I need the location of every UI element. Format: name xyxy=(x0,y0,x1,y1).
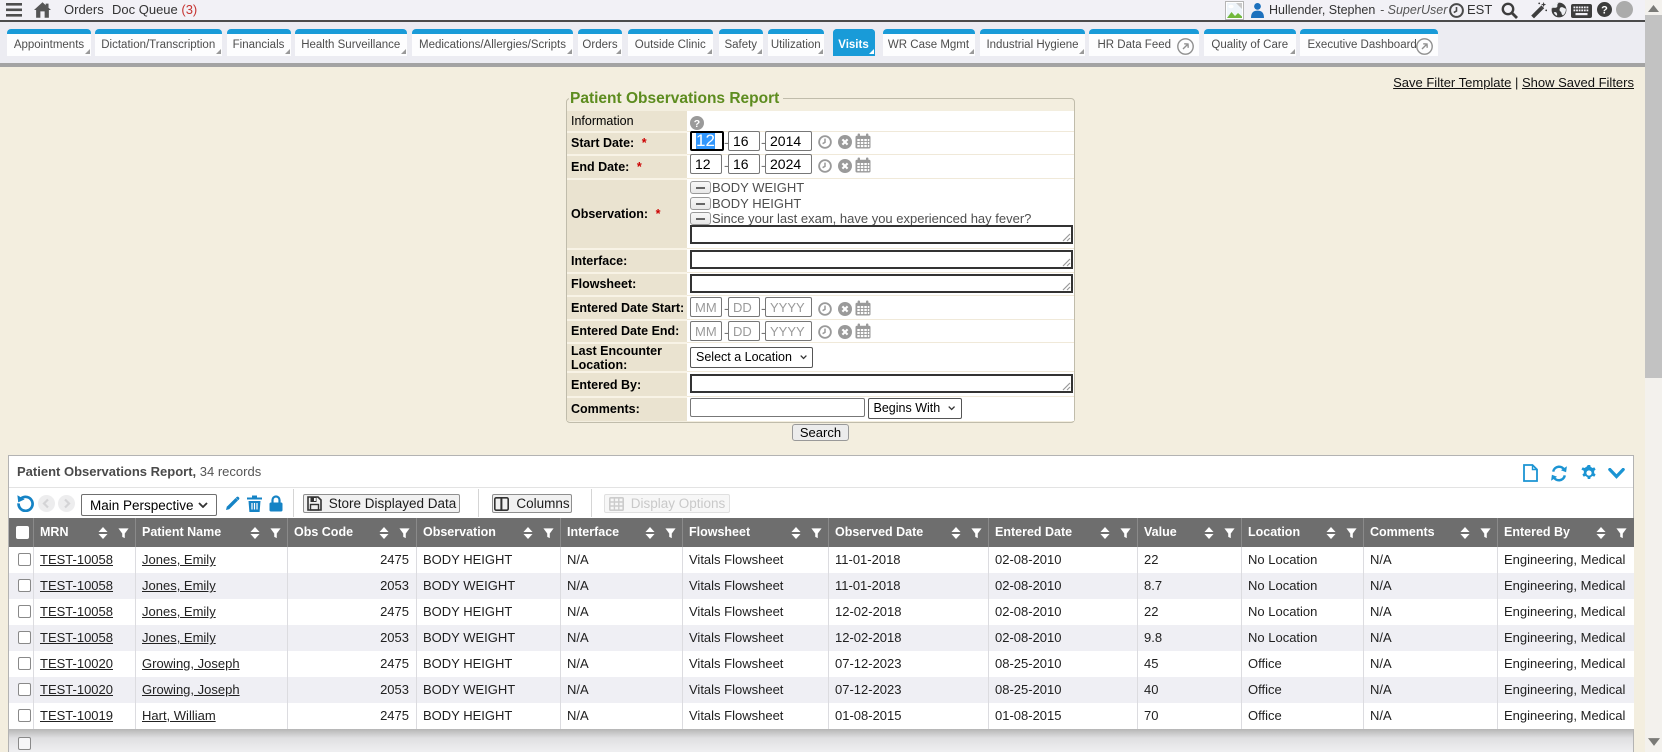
svg-text:?: ? xyxy=(1601,5,1608,17)
svg-text:?: ? xyxy=(694,118,700,130)
